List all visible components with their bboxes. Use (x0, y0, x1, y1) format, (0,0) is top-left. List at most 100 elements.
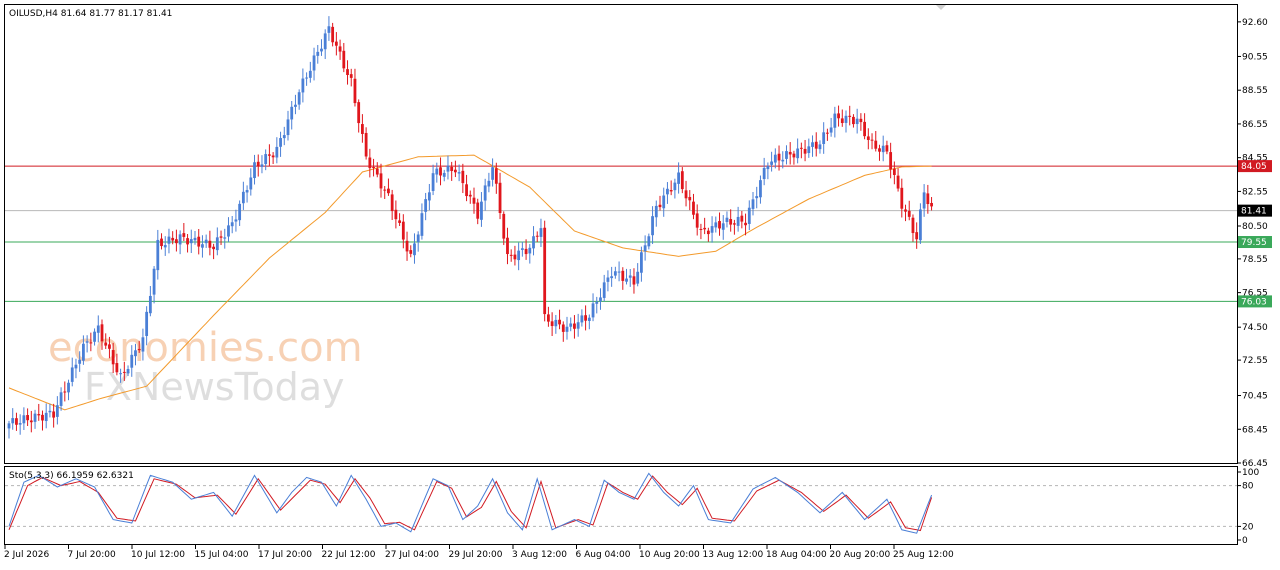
candle (740, 211, 744, 229)
time-axis: 2 Jul 2026 7 Jul 20:00 10 Jul 12:00 15 Jul … (4, 545, 954, 560)
candle-body (320, 48, 323, 52)
candle-body (37, 414, 41, 416)
candle-body (401, 221, 405, 240)
candle-body (848, 115, 852, 117)
candle (346, 60, 349, 85)
stochastic-lines (8, 472, 933, 534)
candle-body (591, 303, 595, 318)
candle (855, 108, 859, 134)
candle-body (201, 244, 204, 248)
candle (692, 193, 695, 220)
candle-body (398, 220, 401, 223)
candle (826, 128, 829, 141)
candle-body (785, 151, 788, 159)
candle-body (729, 219, 733, 225)
candle-body (186, 238, 189, 245)
candle (610, 266, 614, 287)
candle (539, 218, 543, 247)
candle (498, 172, 502, 220)
candle-body (695, 213, 699, 228)
candle (379, 163, 383, 198)
candle-body (29, 420, 33, 423)
candle (208, 230, 212, 256)
candle (338, 39, 342, 60)
current-price-tag: 81.41 (1241, 207, 1267, 217)
time-tick-label: 18 Aug 04:00 (766, 550, 827, 560)
candle (866, 128, 870, 150)
candle (874, 130, 878, 152)
candle-body (156, 239, 160, 271)
resistance-price-tag: 84.05 (1241, 162, 1267, 172)
candle-body (431, 173, 435, 191)
candle (751, 192, 755, 216)
candle (249, 168, 253, 196)
candle (11, 408, 15, 430)
candle-body (427, 192, 431, 201)
candle-body (733, 223, 736, 225)
candle-body (706, 230, 710, 235)
candle (148, 286, 152, 317)
candle-body (535, 235, 539, 237)
candle-body (134, 350, 137, 357)
candle-body (762, 167, 766, 180)
candle (331, 22, 335, 47)
candle (405, 231, 409, 261)
candle-body (111, 350, 115, 365)
candle (487, 172, 491, 193)
price-chart[interactable]: economies.com FXNewsToday 92.6090.5588.5… (0, 0, 1280, 567)
candle (617, 261, 621, 282)
candle (699, 223, 703, 240)
candle-body (777, 153, 781, 161)
candle (424, 192, 428, 221)
candle-body (680, 171, 684, 190)
candle (558, 309, 561, 330)
candle-body (814, 141, 818, 149)
candle (182, 222, 186, 242)
candle-body (844, 115, 848, 123)
candle-body (573, 323, 576, 329)
candle-body (751, 199, 755, 209)
scroll-marker-icon (936, 5, 946, 10)
candle-body (312, 55, 316, 71)
time-tick-label: 20 Aug 20:00 (830, 550, 891, 560)
candle-body (104, 342, 108, 346)
time-tick-label: 17 Jul 20:00 (258, 550, 312, 560)
candle-body (491, 167, 494, 180)
candle (465, 174, 468, 202)
candle-body (364, 132, 368, 157)
candle (238, 200, 242, 226)
candle (803, 139, 807, 162)
candle-body (892, 168, 896, 175)
candle-body (792, 153, 796, 158)
candle (372, 158, 375, 177)
candle-body (747, 207, 751, 224)
candle-body (175, 239, 178, 244)
candle (260, 155, 264, 174)
candle-body (178, 234, 182, 245)
candle-body (881, 145, 885, 153)
candle-body (342, 50, 346, 69)
candle-body (238, 203, 242, 221)
candle-body (725, 217, 729, 222)
candle-body (115, 363, 119, 373)
candle (275, 137, 279, 164)
candle (602, 274, 606, 302)
candle-body (379, 173, 383, 189)
candle-body (405, 240, 409, 252)
candle (547, 306, 550, 327)
candle-body (613, 271, 617, 276)
candle (308, 61, 312, 83)
candle-body (863, 121, 866, 137)
candle (446, 155, 450, 180)
candle-body (926, 193, 930, 205)
candle (669, 180, 673, 196)
candle-body (122, 371, 126, 373)
candle-body (349, 74, 353, 78)
candle-body (628, 275, 632, 278)
candle (688, 190, 692, 211)
candle (621, 267, 625, 290)
candle-body (554, 319, 558, 327)
candle-body (595, 301, 599, 304)
candle (911, 214, 915, 242)
candle (59, 387, 63, 411)
